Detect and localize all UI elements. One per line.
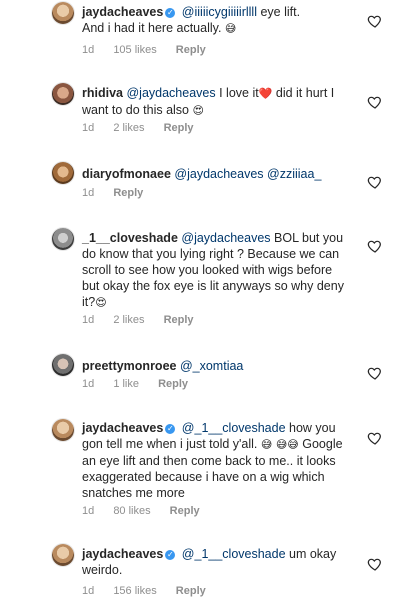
emoji: 😅 [287, 438, 299, 451]
avatar[interactable] [52, 544, 74, 566]
avatar[interactable] [52, 354, 74, 376]
mention[interactable]: @jaydacheaves [126, 86, 215, 100]
username[interactable]: rhidiva [82, 86, 123, 100]
comment-meta: 1d 105 likes Reply [82, 44, 222, 56]
emoji: 😍 [192, 104, 204, 117]
avatar[interactable] [52, 419, 74, 441]
comment-meta: 1d 2 likes Reply [82, 314, 210, 326]
likes-count[interactable]: 1 like [113, 378, 139, 390]
mention[interactable]: @jaydacheaves [181, 231, 270, 245]
reply-button[interactable]: Reply [164, 314, 194, 326]
mention[interactable]: @_1__cloveshade [182, 421, 286, 435]
mention[interactable]: @zziiiaa_ [267, 167, 321, 181]
comment-meta: 1d Reply [82, 187, 159, 199]
avatar[interactable] [52, 83, 74, 105]
comment-meta: 1d 1 like Reply [82, 378, 204, 390]
avatar[interactable] [52, 162, 74, 184]
comment-text: jaydacheaves ✓ @iiiiicygiiiiirllll eye li… [82, 4, 352, 37]
timestamp: 1d [82, 187, 95, 199]
timestamp: 1d [82, 585, 95, 597]
heart-outline-icon[interactable] [367, 94, 383, 110]
mention[interactable]: @jaydacheaves [174, 167, 263, 181]
reply-button[interactable]: Reply [170, 505, 200, 517]
comment-meta: 1d 2 likes Reply [82, 122, 210, 134]
heart-outline-icon[interactable] [367, 430, 383, 446]
heart-outline-icon[interactable] [367, 365, 383, 381]
comment-text: _1__cloveshade @jaydacheaves BOL but you… [82, 230, 352, 311]
heart-outline-icon[interactable] [367, 556, 383, 572]
timestamp: 1d [82, 122, 95, 134]
comment-meta: 1d 80 likes Reply [82, 505, 216, 517]
mention[interactable]: @_1__cloveshade [182, 547, 286, 561]
reply-button[interactable]: Reply [176, 44, 206, 56]
heart-outline-icon[interactable] [367, 174, 383, 190]
username[interactable]: diaryofmonaee [82, 167, 171, 181]
comment-text: rhidiva @jaydacheaves I love it❤️ did it… [82, 85, 352, 119]
likes-count[interactable]: 2 likes [113, 122, 144, 134]
emoji: 😅 [260, 438, 273, 451]
username[interactable]: _1__cloveshade [82, 231, 178, 245]
username[interactable]: jaydacheaves [82, 5, 163, 19]
likes-count[interactable]: 156 likes [113, 585, 156, 597]
emoji: 😅 [224, 22, 237, 35]
heart-outline-icon[interactable] [367, 13, 383, 29]
reply-button[interactable]: Reply [164, 122, 194, 134]
likes-count[interactable]: 2 likes [113, 314, 144, 326]
verified-badge-icon: ✓ [165, 550, 176, 560]
username[interactable]: jaydacheaves [82, 421, 163, 435]
timestamp: 1d [82, 378, 95, 390]
emoji: 😍 [95, 296, 107, 309]
comment-text: jaydacheaves ✓ @_1__cloveshade um okay we… [82, 546, 352, 578]
comment-fragment: eye lift. [256, 5, 301, 19]
verified-badge-icon: ✓ [165, 8, 176, 18]
avatar[interactable] [52, 2, 74, 24]
heart-outline-icon[interactable] [367, 238, 383, 254]
comment-text: jaydacheaves ✓ @_1__cloveshade how you go… [82, 420, 352, 501]
likes-count[interactable]: 80 likes [113, 505, 150, 517]
username[interactable]: preettymonroee [82, 359, 176, 373]
username[interactable]: jaydacheaves [82, 547, 163, 561]
timestamp: 1d [82, 314, 95, 326]
mention[interactable]: @iiiiicygiiiiirllll [182, 5, 257, 19]
avatar[interactable] [52, 228, 74, 250]
emoji: ❤️ [258, 87, 273, 100]
comment-fragment: I love it [215, 86, 259, 100]
timestamp: 1d [82, 505, 95, 517]
reply-button[interactable]: Reply [158, 378, 188, 390]
comment-fragment: And i had it here actually. [82, 21, 225, 35]
comment-meta: 1d 156 likes Reply [82, 585, 222, 597]
likes-count[interactable]: 105 likes [113, 44, 156, 56]
verified-badge-icon: ✓ [165, 424, 176, 434]
emoji: 😅 [275, 438, 288, 451]
timestamp: 1d [82, 44, 95, 56]
mention[interactable]: @_xomtiaa [180, 359, 243, 373]
comment-text: preettymonroee @_xomtiaa [82, 358, 352, 374]
comment-text: diaryofmonaee @jaydacheaves @zziiiaa_ [82, 166, 352, 182]
reply-button[interactable]: Reply [113, 187, 143, 199]
reply-button[interactable]: Reply [176, 585, 206, 597]
